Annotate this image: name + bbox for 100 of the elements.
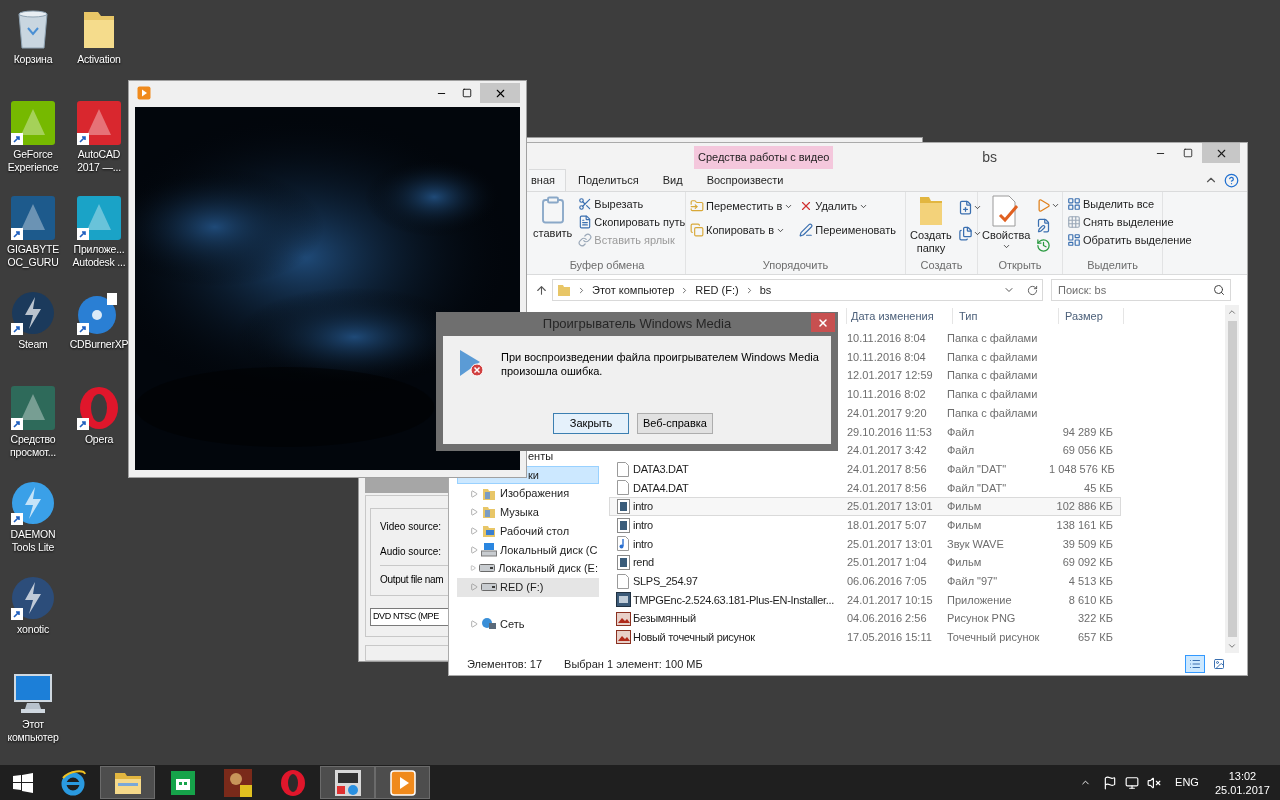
shortcut-arrow-icon [77,418,89,430]
taskbar-app-button[interactable] [320,766,375,799]
list-icon [1189,658,1201,670]
search-field[interactable]: Поиск: bs [1051,279,1231,301]
scroll-down-icon[interactable] [1227,641,1237,651]
ribbon-button[interactable]: Удалить [799,197,896,215]
file-row[interactable]: intro 18.01.2017 5:07 Фильм 138 161 КБ [609,515,1121,535]
file-size: 8 610 КБ [1068,593,1113,606]
clock[interactable]: 13:02 25.01.2017 [1214,768,1270,797]
column-header[interactable]: Дата изменения [846,307,952,325]
taskbar-app-button[interactable] [375,766,430,799]
ribbon-button[interactable]: Снять выделение [1067,213,1192,231]
up-arrow-icon[interactable] [535,283,548,297]
image-icon [615,611,631,626]
ribbon-button[interactable]: Переместить в [690,197,794,215]
file-date: 24.01.2017 8:56 [846,480,928,496]
game-icon [223,768,252,797]
ribbon-button[interactable]: Скопировать путь [578,213,686,231]
copy-icon [690,223,704,237]
ribbon-button[interactable]: Вырезать [578,195,686,213]
ribbon-tab[interactable]: вная [529,169,566,191]
network-icon[interactable] [1125,775,1140,790]
file-row[interactable]: intro 25.01.2017 13:01 Фильм 102 886 КБ [609,497,1121,516]
language-indicator[interactable]: ENG [1175,774,1199,791]
file-date: 25.01.2017 1:04 [846,555,928,571]
file-row[interactable]: Новый точечный рисунок 17.05.2016 15:11 Точечный рисунок 657 КБ [609,628,1121,647]
film-reel-icon [332,767,363,798]
nav-item[interactable]: Сеть [457,614,599,634]
desktop-icon-label[interactable]: Activation [66,53,132,66]
nav-item[interactable]: Рабочий стол [457,521,599,541]
maximize-icon [1183,148,1193,158]
close-button[interactable] [480,83,520,103]
desktop-icon-label[interactable]: Корзина [0,53,66,66]
dialog-button[interactable]: Веб-справка [637,413,713,434]
film-icon [616,555,630,571]
file-row[interactable]: DATA3.DAT 24.01.2017 8:56 Файл "DAT" 1 048 576 КБ [609,459,1121,479]
ribbon-button[interactable]: Обратить выделение [1067,231,1192,249]
flag-icon[interactable] [1103,775,1118,790]
file-row[interactable]: intro 25.01.2017 13:01 Звук WAVE 39 509 КБ [609,534,1121,554]
file-name: intro [633,500,653,513]
desktop-icon-label[interactable]: DAEMON Tools Lite [0,528,66,554]
muted-speaker-icon[interactable] [1147,775,1162,790]
file-name: DATA3.DAT [633,462,689,475]
address-field[interactable]: Этот компьютер RED (F:) bs [552,279,1043,301]
ribbon-tab[interactable]: Вид [650,169,695,191]
ring-icon [279,768,306,797]
taskbar-app-button[interactable] [100,766,155,799]
library-folder-icon [482,486,496,501]
folder-icon [557,283,571,297]
ribbon-button[interactable]: Выделить все [1067,195,1192,213]
desktop-icon-label[interactable]: xonotic [0,623,66,636]
file-type: Фильм [947,555,983,571]
desktop-icon-label[interactable]: AutoCAD 2017 —... [66,148,132,174]
shortcut-arrow-icon [11,323,23,335]
folder-icon [482,524,496,539]
desktop-icon-label[interactable]: Steam [0,338,66,351]
help-icon[interactable] [1224,173,1239,188]
ribbon-large-button[interactable]: ставить [533,195,573,240]
nav-item[interactable]: Изображения [457,484,599,504]
file-row[interactable]: Безымянный 04.06.2016 2:56 Рисунок PNG 322 КБ [609,609,1121,628]
desktop-icon-label[interactable]: GeForce Experience [0,148,66,174]
desktop-icon-label[interactable]: Opera [66,433,132,446]
nav-item[interactable]: Музыка [457,503,599,522]
ribbon-large-button[interactable]: Создать папку [910,195,952,255]
desktop-icon-label[interactable]: Этот компьютер [0,718,66,744]
close-button[interactable] [1202,143,1240,163]
ribbon-large-button[interactable]: Свойства [982,195,1031,251]
column-header[interactable]: Размер [1058,307,1124,325]
desktop-icon-label[interactable]: Средство просмот... [0,433,66,459]
nav-item[interactable]: Локальный диск (E: [457,559,599,578]
scrollbar[interactable] [1225,305,1239,653]
nav-item[interactable]: Локальный диск (C [457,540,599,560]
close-button[interactable] [811,313,835,332]
ribbon-tab[interactable]: Поделиться [566,169,651,191]
selection-info: Выбран 1 элемент: 100 МБ [564,656,703,672]
dialog-button[interactable]: Закрыть [553,413,629,434]
nav-item[interactable]: RED (F:) [457,577,599,597]
ribbon-button[interactable]: Переименовать [799,221,896,239]
scroll-up-icon[interactable] [1227,307,1237,317]
desktop-icon-label[interactable]: GIGABYTE OC_GURU [0,243,66,269]
refresh-icon[interactable] [1027,284,1038,296]
desktop-icon-label[interactable]: Приложе... Autodesk ... [66,243,132,269]
file-row[interactable]: SLPS_254.97 06.06.2016 7:05 Файл "97" 4 513 КБ [609,571,1121,591]
file-date: 25.01.2017 13:01 [846,499,934,515]
desktop-icon-label[interactable]: CDBurnerXP [66,338,132,351]
ribbon-group-label: Открыть [997,257,1043,273]
column-header[interactable]: Тип [952,307,1058,325]
file-type: Фильм [947,499,983,515]
breadcrumb[interactable]: bs [759,281,772,299]
file-row[interactable]: DATA4.DAT 24.01.2017 8:56 Файл "DAT" 45 КБ [609,478,1121,498]
breadcrumb[interactable]: Этот компьютер [592,281,675,299]
file-row[interactable]: TMPGEnc-2.524.63.181-Plus-EN-Installer... 24.01.2017 10:15 Приложение 8 610 КБ [609,590,1121,610]
breadcrumb[interactable]: RED (F:) [695,281,739,299]
ribbon-button[interactable]: Копировать в [690,221,794,239]
scroll-thumb[interactable] [1227,321,1237,637]
format-field[interactable]: DVD NTSC (MPE [370,608,448,627]
ribbon-tab[interactable]: Воспроизвести [694,169,796,191]
details-view-button[interactable] [1185,655,1205,673]
file-date: 10.11.2016 8:04 [846,349,927,365]
file-row[interactable]: rend 25.01.2017 1:04 Фильм 69 092 КБ [609,553,1121,572]
